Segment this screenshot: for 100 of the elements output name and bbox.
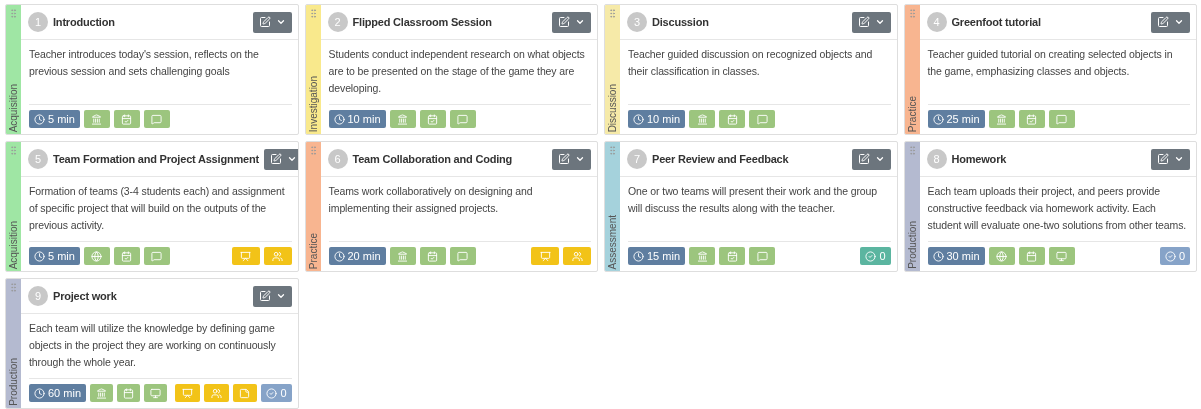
presentation-icon[interactable]	[531, 247, 559, 265]
phase-label: Acquisition	[8, 220, 19, 269]
edit-icon	[857, 16, 870, 28]
activity-description: One or two teams will present their work and the group will discuss the results along with the teacher.	[627, 184, 879, 216]
duration-badge: 10 min	[328, 110, 386, 128]
caret-icon	[286, 154, 297, 164]
duration-badge: 30 min	[927, 247, 985, 265]
globe-icon[interactable]	[988, 247, 1015, 265]
drag-handle-icon[interactable]	[607, 8, 618, 19]
calendar-check-icon[interactable]	[719, 110, 746, 128]
activity-title: Greenfoot tutorial	[951, 16, 1042, 28]
screen-icon[interactable]	[1048, 247, 1075, 265]
edit-dropdown-button[interactable]	[263, 148, 298, 170]
edit-dropdown-button[interactable]	[252, 285, 292, 307]
phase-label: Production	[906, 221, 918, 269]
chat-icon[interactable]	[143, 110, 170, 128]
phase-label: Discussion	[607, 83, 618, 132]
completion-badge: 0	[1159, 247, 1190, 265]
institution-icon[interactable]	[389, 110, 416, 128]
institution-icon[interactable]	[389, 247, 416, 265]
caret-icon	[275, 17, 286, 27]
activity-title: Project work	[53, 290, 118, 302]
phase-label: Practice	[906, 95, 918, 132]
phase-label: Acquisition	[8, 83, 19, 132]
note-icon[interactable]	[232, 384, 258, 402]
activity-description: Students conduct independent research on what objects are to be presented on the stage of the game they are developing.	[327, 47, 586, 96]
activity-description: Teams work collaboratively on designing and implementing their assigned projects.	[327, 184, 534, 216]
calendar-check-icon[interactable]	[719, 247, 746, 265]
duration-badge: 15 min	[628, 247, 686, 265]
institution-icon[interactable]	[90, 384, 114, 402]
chat-icon[interactable]	[449, 247, 476, 265]
drag-handle-icon[interactable]	[8, 8, 19, 19]
phase-label: Practice	[307, 232, 319, 269]
caret-icon	[275, 291, 286, 301]
chat-icon[interactable]	[449, 110, 476, 128]
duration-badge: 10 min	[628, 110, 686, 128]
phase-label: Production	[8, 358, 19, 406]
edit-dropdown-button[interactable]	[851, 11, 891, 33]
edit-dropdown-button[interactable]	[1151, 11, 1190, 33]
edit-icon	[269, 153, 282, 165]
caret-icon	[874, 17, 885, 27]
calendar-icon[interactable]	[117, 384, 141, 402]
calendar-check-icon[interactable]	[113, 110, 140, 128]
chat-icon[interactable]	[749, 247, 776, 265]
team-icon[interactable]	[263, 247, 292, 265]
duration-badge: 60 min	[29, 384, 87, 402]
activity-title: Discussion	[652, 16, 710, 28]
activity-title: Flipped Classroom Session	[352, 16, 493, 28]
phase-label: Assessment	[607, 214, 618, 269]
calendar-icon[interactable]	[1018, 247, 1045, 265]
edit-icon	[558, 16, 570, 28]
activity-description: Teacher guided discussion on recognized objects and their classification in classes.	[627, 47, 874, 79]
activity-title: Homework	[951, 153, 1008, 165]
activity-description: Formation of teams (3-4 students each) and assignment of specific project that will build on the outputs of the previous activity.	[28, 184, 286, 233]
duration-badge: 5 min	[29, 247, 80, 265]
activity-description: Teacher guided tutorial on creating selected objects in the game, emphasizing classes and objects.	[926, 47, 1174, 79]
screen-icon[interactable]	[144, 384, 168, 402]
edit-icon	[258, 16, 271, 28]
edit-dropdown-button[interactable]	[252, 11, 292, 33]
edit-icon	[258, 290, 271, 302]
caret-icon	[575, 17, 585, 27]
drag-handle-icon[interactable]	[607, 145, 618, 156]
caret-icon	[575, 154, 585, 164]
activity-description: Teacher introduces today's session, reflects on the previous session and sets challenging goals	[28, 47, 260, 79]
chat-icon[interactable]	[1048, 110, 1075, 128]
institution-icon[interactable]	[689, 247, 716, 265]
edit-dropdown-button[interactable]	[851, 148, 891, 170]
chat-icon[interactable]	[143, 247, 170, 265]
drag-handle-icon[interactable]	[8, 145, 19, 156]
caret-icon	[874, 154, 885, 164]
calendar-check-icon[interactable]	[419, 247, 446, 265]
edit-dropdown-button[interactable]	[552, 11, 591, 33]
drag-handle-icon[interactable]	[8, 282, 19, 293]
institution-icon[interactable]	[689, 110, 716, 128]
globe-icon[interactable]	[83, 247, 110, 265]
institution-icon[interactable]	[988, 110, 1015, 128]
activity-title: Team Collaboration and Coding	[352, 153, 514, 165]
duration-badge: 25 min	[927, 110, 985, 128]
activity-title: Peer Review and Feedback	[652, 153, 790, 165]
team-icon[interactable]	[203, 384, 229, 402]
edit-icon	[1157, 153, 1169, 165]
activity-title: Introduction	[53, 16, 116, 28]
presentation-icon[interactable]	[175, 384, 200, 402]
caret-icon	[1174, 154, 1184, 164]
edit-icon	[857, 153, 870, 165]
edit-icon	[558, 153, 570, 165]
calendar-check-icon[interactable]	[1018, 110, 1045, 128]
team-icon[interactable]	[563, 247, 591, 265]
edit-dropdown-button[interactable]	[552, 148, 591, 170]
chat-icon[interactable]	[749, 110, 776, 128]
calendar-check-icon[interactable]	[113, 247, 140, 265]
duration-badge: 20 min	[328, 247, 386, 265]
presentation-icon[interactable]	[231, 247, 260, 265]
caret-icon	[1174, 17, 1184, 27]
phase-label: Investigation	[307, 75, 319, 132]
institution-icon[interactable]	[83, 110, 110, 128]
activity-description: Each team uploads their project, and peers provide constructive feedback via homework activity. Each student will evaluate one-two solutions from other teams.	[926, 184, 1188, 233]
edit-dropdown-button[interactable]	[1151, 148, 1190, 170]
activity-description: Each team will utilize the knowledge by defining game objects in the project they are working on continuously through the whole year.	[28, 321, 277, 370]
calendar-check-icon[interactable]	[419, 110, 446, 128]
